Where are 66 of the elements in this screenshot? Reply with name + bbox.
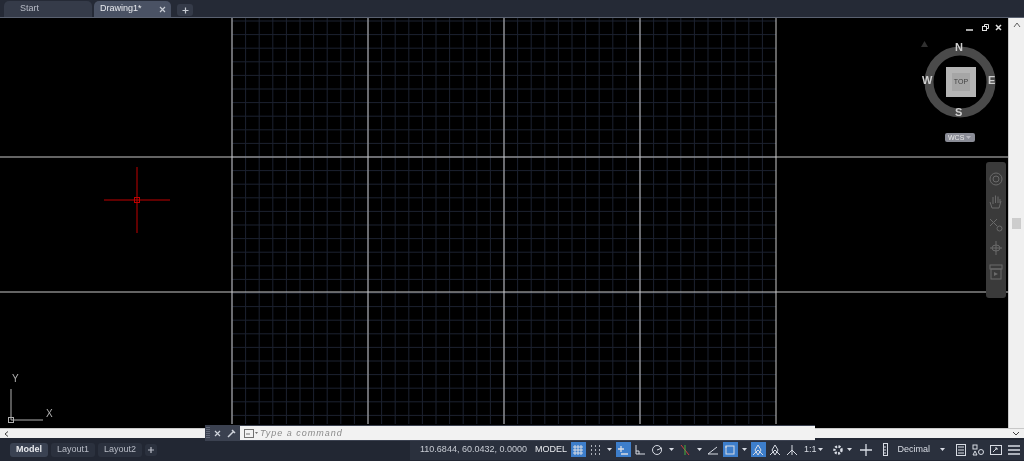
caret-icon[interactable] <box>847 448 853 451</box>
toggle-button[interactable] <box>649 442 665 457</box>
model-space-button[interactable]: MODEL <box>531 442 570 457</box>
scroll-thumb[interactable] <box>1012 218 1021 229</box>
plus-icon[interactable] <box>860 443 873 456</box>
annotation-scale-menu[interactable]: 1:1 <box>800 442 827 457</box>
isolate-objects-icon[interactable] <box>972 443 984 456</box>
calculator-icon[interactable] <box>956 443 966 456</box>
caret-icon[interactable] <box>741 448 747 451</box>
close-icon[interactable] <box>214 429 221 437</box>
caret-icon <box>966 136 972 139</box>
toggle-button[interactable] <box>615 442 631 457</box>
new-tab-button[interactable] <box>177 4 193 16</box>
y-axis-label: Y <box>12 374 19 384</box>
object-snap-tracking-icon <box>679 443 692 456</box>
add-layout-button[interactable] <box>145 443 158 456</box>
layout-tab[interactable]: Layout2 <box>98 442 143 457</box>
object-snap-icon <box>724 443 737 456</box>
full-screen-icon[interactable] <box>990 444 1002 455</box>
caret-icon[interactable] <box>696 448 702 451</box>
layout-tab[interactable]: Model <box>10 442 48 457</box>
caret-icon[interactable] <box>668 448 674 451</box>
scroll-down-icon[interactable] <box>1012 431 1020 436</box>
toggle-button[interactable] <box>784 442 800 457</box>
units-menu[interactable]: Decimal <box>894 442 948 457</box>
horizontal-scrollbar[interactable] <box>0 428 205 438</box>
compass-label[interactable]: S <box>955 107 963 118</box>
compass-label[interactable]: E <box>988 75 996 86</box>
units-icon[interactable] <box>883 443 889 456</box>
crosshair-cursor <box>104 167 170 233</box>
file-tab[interactable]: Drawing1* <box>94 1 171 17</box>
wrench-icon[interactable] <box>227 428 236 438</box>
scroll-up-icon[interactable] <box>1013 22 1021 28</box>
toggle-button[interactable] <box>632 442 648 457</box>
toggle-button[interactable] <box>750 442 766 457</box>
scroll-left-icon[interactable] <box>4 431 9 437</box>
coordinate-readout: 110.6844, 60.0432, 0.0000 <box>419 442 528 456</box>
grid-icon <box>572 443 585 456</box>
plus-icon <box>148 446 155 453</box>
polar-icon <box>651 443 664 456</box>
toggle-button[interactable] <box>767 442 783 457</box>
x-axis-label: X <box>46 409 53 419</box>
vertical-scrollbar[interactable] <box>1008 18 1024 428</box>
menu-icon[interactable] <box>1008 444 1020 455</box>
snap-dots-icon <box>589 443 602 456</box>
restore-icon[interactable] <box>982 24 989 31</box>
toggle-button[interactable] <box>570 442 586 457</box>
file-tab[interactable]: Start <box>4 1 92 17</box>
grip-icon[interactable] <box>206 426 210 440</box>
annotation-scale-icon <box>786 443 799 456</box>
caret-icon <box>818 448 824 451</box>
close-icon[interactable] <box>995 24 1002 31</box>
toggle-button[interactable] <box>722 442 738 457</box>
ortho-icon <box>634 443 647 456</box>
plus-icon <box>181 6 189 14</box>
command-prompt-icon[interactable] <box>244 428 258 438</box>
ucs-axes-icon <box>7 388 45 424</box>
layout-tab[interactable]: Layout1 <box>51 442 96 457</box>
compass-label[interactable]: N <box>955 42 963 53</box>
autoscale-icon <box>769 443 782 456</box>
annotation-visibility-icon <box>752 443 765 456</box>
caret-icon <box>940 448 945 451</box>
infer-constraints-icon <box>617 443 630 456</box>
compass-label[interactable]: W <box>922 75 933 86</box>
gear-icon[interactable] <box>832 443 845 456</box>
caret-icon[interactable] <box>606 448 612 451</box>
